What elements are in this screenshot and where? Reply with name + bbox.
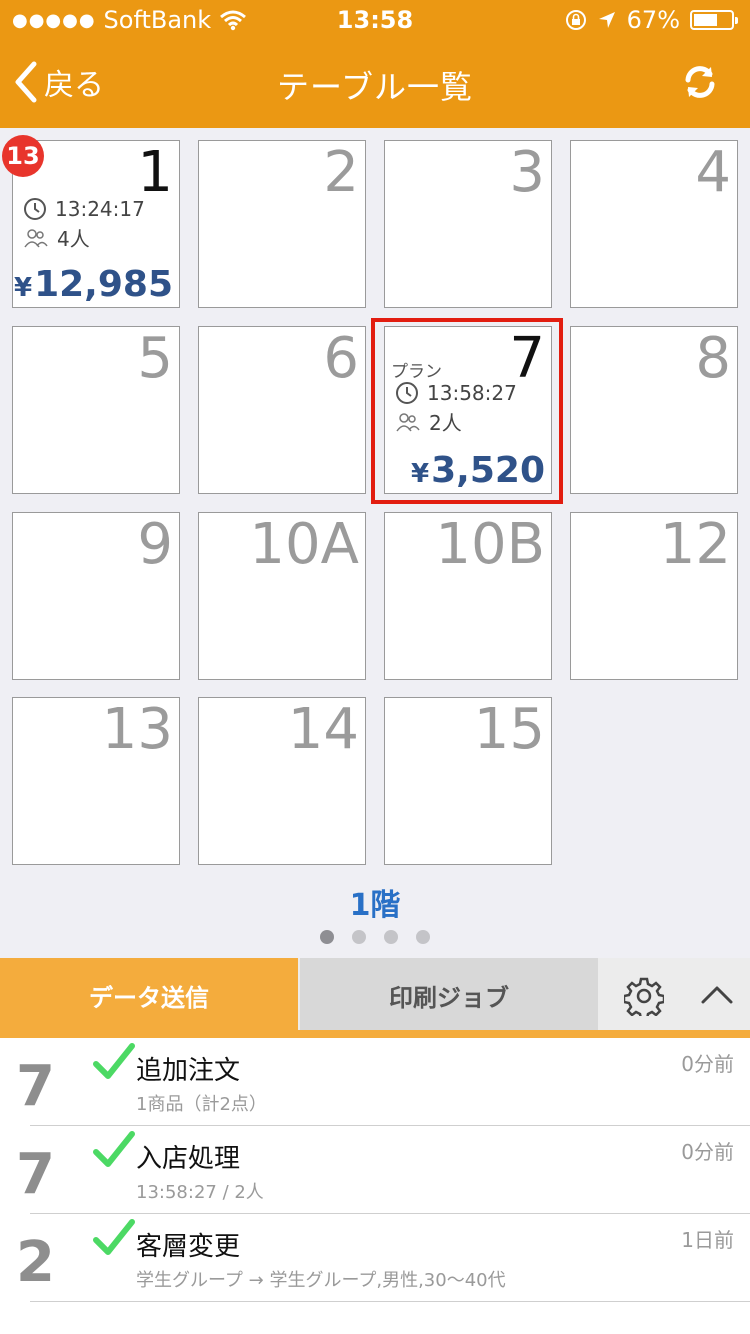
check-icon xyxy=(93,1219,135,1255)
check-icon xyxy=(93,1131,135,1167)
action-detail: 13:58:27 / 2人 xyxy=(136,1182,264,1203)
table-tile[interactable]: 8 xyxy=(570,326,738,494)
table-number: 10B xyxy=(435,512,545,577)
table-tile[interactable]: 10B xyxy=(384,512,552,680)
table-tile[interactable]: 4 xyxy=(570,140,738,308)
table-number: 6 xyxy=(323,326,359,391)
table-number: 12 xyxy=(659,512,731,577)
table-number: 7 xyxy=(16,1054,55,1119)
table-tile[interactable]: 6 xyxy=(198,326,366,494)
table-tile[interactable]: 13 xyxy=(12,697,180,865)
tab-data-send[interactable]: データ送信 xyxy=(0,958,298,1038)
table-tile[interactable]: 3 xyxy=(384,140,552,308)
page-title: テーブル一覧 xyxy=(276,68,474,106)
refresh-button[interactable] xyxy=(680,62,720,106)
clock-icon xyxy=(24,198,46,220)
table-number: 5 xyxy=(137,326,173,391)
seated-time-value: 13:24:17 xyxy=(55,197,145,221)
gear-icon xyxy=(622,977,666,1021)
elapsed-time: 0分前 xyxy=(681,1140,734,1164)
guest-count-value: 4人 xyxy=(57,227,90,251)
status-bar: ●●●●● SoftBank 13:58 67% xyxy=(0,0,750,40)
page-dot[interactable] xyxy=(320,930,334,944)
page-dot[interactable] xyxy=(384,930,398,944)
amount-value: 12,985 xyxy=(34,264,173,305)
seated-time: 13:24:17 xyxy=(23,197,145,221)
collapse-button[interactable] xyxy=(700,982,734,1010)
page-indicator[interactable] xyxy=(0,930,750,944)
page-dot[interactable] xyxy=(416,930,430,944)
list-item[interactable]: 2 客層変更学生グループ → 学生グループ,男性,30〜40代 1日前 xyxy=(0,1214,750,1302)
action-title: 追加注文 xyxy=(136,1056,241,1086)
table-tile[interactable]: 2 xyxy=(198,140,366,308)
table-number: 14 xyxy=(287,697,359,762)
orientation-lock-icon xyxy=(565,10,586,30)
table-number: 9 xyxy=(137,512,173,577)
floor-label: 1階 xyxy=(349,888,401,923)
guest-count: 4人 xyxy=(23,223,90,252)
tab-print-job[interactable]: 印刷ジョブ xyxy=(300,958,598,1030)
elapsed-time: 1日前 xyxy=(681,1228,734,1252)
action-title: 入店処理 xyxy=(136,1144,241,1174)
navigation-bar: 戻る テーブル一覧 xyxy=(0,40,750,128)
battery-icon xyxy=(690,10,738,30)
table-number: 2 xyxy=(16,1230,55,1295)
table-number: 13 xyxy=(101,697,173,762)
chevron-up-icon xyxy=(701,986,733,1004)
table-tile[interactable]: 10A xyxy=(198,512,366,680)
table-number: 15 xyxy=(473,697,545,762)
table-number: 7 xyxy=(16,1142,55,1207)
notification-badge: 13 xyxy=(2,135,44,177)
elapsed-time: 0分前 xyxy=(681,1052,734,1076)
table-number: 4 xyxy=(695,140,731,205)
battery-percent: 67% xyxy=(626,6,680,34)
divider xyxy=(30,1301,750,1302)
currency-symbol: ¥ xyxy=(13,273,33,303)
location-icon xyxy=(598,12,615,28)
table-tile[interactable]: 15 xyxy=(384,697,552,865)
table-number: 8 xyxy=(695,326,731,391)
guests-icon xyxy=(24,228,48,247)
list-item[interactable]: 7 追加注文 1商品（計2点） 0分前 xyxy=(0,1038,750,1126)
table-tile[interactable]: 12 xyxy=(570,512,738,680)
action-title: 客層変更 xyxy=(136,1232,241,1262)
action-detail: 学生グループ → 学生グループ,男性,30〜40代 xyxy=(136,1270,506,1291)
tab-underline xyxy=(0,1030,750,1038)
table-number: 2 xyxy=(323,140,359,205)
settings-button[interactable] xyxy=(622,976,666,1021)
table-tile[interactable]: 5 xyxy=(12,326,180,494)
table-number: 10A xyxy=(249,512,359,577)
selected-table-highlight xyxy=(371,318,563,504)
table-number: 1 xyxy=(137,140,173,205)
table-tile[interactable]: 14 xyxy=(198,697,366,865)
table-amount: ¥12,985 xyxy=(14,264,173,305)
action-detail: 1商品（計2点） xyxy=(136,1094,267,1115)
page-dot[interactable] xyxy=(352,930,366,944)
check-icon xyxy=(93,1043,135,1079)
table-number: 3 xyxy=(509,140,545,205)
table-tile[interactable]: 9 xyxy=(12,512,180,680)
list-item[interactable]: 7 入店処理 13:58:27 / 2人 0分前 xyxy=(0,1126,750,1214)
refresh-icon xyxy=(685,66,715,98)
